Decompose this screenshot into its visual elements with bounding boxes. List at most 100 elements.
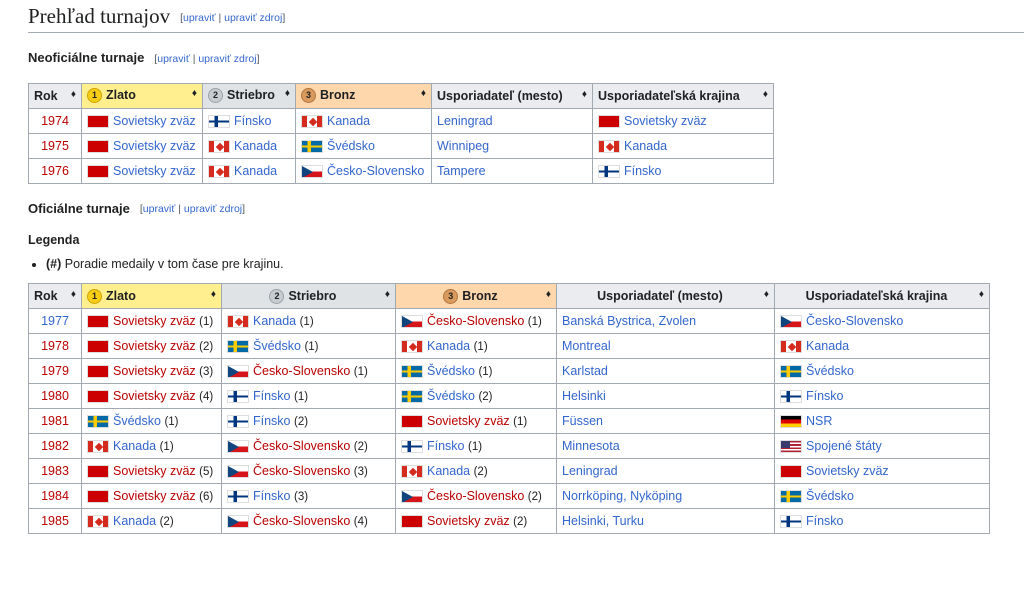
team-link[interactable]: Sovietsky zväz <box>427 414 510 428</box>
year-link[interactable]: 1979 <box>41 364 69 378</box>
edit-link[interactable]: upraviť <box>157 53 190 65</box>
team-link[interactable]: Kanada <box>253 314 296 328</box>
team-link[interactable]: Kanada <box>113 514 156 528</box>
sort-icon[interactable]: ♦ <box>285 88 290 99</box>
team-link[interactable]: Spojené štáty <box>806 439 882 453</box>
column-header-host-city[interactable]: Usporiadateľ (mesto) ♦ <box>431 82 593 109</box>
year-link[interactable]: 1974 <box>41 114 69 128</box>
sort-icon[interactable]: ♦ <box>71 289 76 300</box>
team-link[interactable]: Fínsko <box>253 414 291 428</box>
team-link[interactable]: Švédsko <box>327 139 375 153</box>
year-link[interactable]: 1984 <box>41 489 69 503</box>
team-link[interactable]: Česko-Slovensko <box>253 464 350 478</box>
team-link[interactable]: Kanada <box>624 139 667 153</box>
edit-source-link[interactable]: upraviť zdroj <box>184 203 242 215</box>
team-link[interactable]: Česko-Slovensko <box>427 489 524 503</box>
sort-icon[interactable]: ♦ <box>979 289 984 300</box>
team-link[interactable]: Švédsko <box>113 414 161 428</box>
year-link[interactable]: 1982 <box>41 439 69 453</box>
year-link[interactable]: 1977 <box>41 314 69 328</box>
team-link[interactable]: Kanada <box>427 464 470 478</box>
team-link[interactable]: Sovietsky zväz <box>113 114 196 128</box>
team-link[interactable]: NSR <box>806 414 832 428</box>
host-city-link[interactable]: Helsinki, Turku <box>562 514 644 528</box>
team-link[interactable]: Švédsko <box>253 339 301 353</box>
team-link[interactable]: Česko-Slovensko <box>253 439 350 453</box>
team-link[interactable]: Sovietsky zväz <box>113 389 196 403</box>
column-header-bronze[interactable]: 3 Bronz ♦ <box>395 283 557 310</box>
team-link[interactable]: Kanada <box>427 339 470 353</box>
column-header-host-country[interactable]: Usporiadateľská krajina ♦ <box>774 283 990 310</box>
sort-icon[interactable]: ♦ <box>764 289 769 300</box>
host-city-link[interactable]: Winnipeg <box>437 139 489 153</box>
host-city-link[interactable]: Leningrad <box>562 464 618 478</box>
column-header-silver[interactable]: 2 Striebro ♦ <box>221 283 396 310</box>
column-header-year[interactable]: Rok ♦ <box>28 283 82 310</box>
edit-source-link[interactable]: upraviť zdroj <box>224 12 282 24</box>
team-link[interactable]: Sovietsky zväz <box>427 514 510 528</box>
sort-icon[interactable]: ♦ <box>71 89 76 100</box>
team-link[interactable]: Kanada <box>327 114 370 128</box>
sort-icon[interactable]: ♦ <box>211 289 216 300</box>
column-header-gold[interactable]: 1 Zlato ♦ <box>81 82 203 109</box>
host-city-link[interactable]: Leningrad <box>437 114 493 128</box>
sort-icon[interactable]: ♦ <box>385 289 390 300</box>
year-link[interactable]: 1976 <box>41 164 69 178</box>
team-link[interactable]: Česko-Slovensko <box>806 314 903 328</box>
team-link[interactable]: Sovietsky zväz <box>624 114 707 128</box>
team-link[interactable]: Sovietsky zväz <box>113 164 196 178</box>
host-city-link[interactable]: Montreal <box>562 339 611 353</box>
sort-icon[interactable]: ♦ <box>763 89 768 100</box>
host-city-link[interactable]: Tampere <box>437 164 486 178</box>
team-link[interactable]: Česko-Slovensko <box>253 364 350 378</box>
year-link[interactable]: 1978 <box>41 339 69 353</box>
team-link[interactable]: Sovietsky zväz <box>113 139 196 153</box>
team-link[interactable]: Kanada <box>113 439 156 453</box>
host-city-link[interactable]: Helsinki <box>562 389 606 403</box>
team-link[interactable]: Sovietsky zväz <box>113 339 196 353</box>
sort-icon[interactable]: ♦ <box>546 289 551 300</box>
team-link[interactable]: Fínsko <box>234 114 272 128</box>
team-link[interactable]: Švédsko <box>806 489 854 503</box>
team-link[interactable]: Česko-Slovensko <box>327 164 424 178</box>
host-city-link[interactable]: Minnesota <box>562 439 620 453</box>
team-link[interactable]: Kanada <box>234 139 277 153</box>
team-link[interactable]: Sovietsky zväz <box>113 489 196 503</box>
team-link[interactable]: Fínsko <box>253 389 291 403</box>
host-city-link[interactable]: Banská Bystrica, Zvolen <box>562 314 696 328</box>
team-link[interactable]: Fínsko <box>624 164 662 178</box>
team-link[interactable]: Švédsko <box>427 364 475 378</box>
host-city-link[interactable]: Norrköping, Nyköping <box>562 489 682 503</box>
sort-icon[interactable]: ♦ <box>421 88 426 99</box>
sort-icon[interactable]: ♦ <box>192 88 197 99</box>
sort-icon[interactable]: ♦ <box>582 89 587 100</box>
year-link[interactable]: 1981 <box>41 414 69 428</box>
team-link[interactable]: Fínsko <box>253 489 291 503</box>
host-city-link[interactable]: Füssen <box>562 414 603 428</box>
team-link[interactable]: Fínsko <box>806 514 844 528</box>
team-link[interactable]: Sovietsky zväz <box>113 464 196 478</box>
year-link[interactable]: 1983 <box>41 464 69 478</box>
team-link[interactable]: Kanada <box>234 164 277 178</box>
year-link[interactable]: 1985 <box>41 514 69 528</box>
team-link[interactable]: Česko-Slovensko <box>427 314 524 328</box>
team-link[interactable]: Švédsko <box>427 389 475 403</box>
team-link[interactable]: Fínsko <box>427 439 465 453</box>
team-link[interactable]: Sovietsky zväz <box>113 314 196 328</box>
team-link[interactable]: Švédsko <box>806 364 854 378</box>
edit-link[interactable]: upraviť <box>143 203 176 215</box>
year-link[interactable]: 1980 <box>41 389 69 403</box>
column-header-host-country[interactable]: Usporiadateľská krajina ♦ <box>592 82 774 109</box>
column-header-silver[interactable]: 2 Striebro ♦ <box>202 82 296 109</box>
team-link[interactable]: Kanada <box>806 339 849 353</box>
edit-source-link[interactable]: upraviť zdroj <box>198 53 256 65</box>
column-header-bronze[interactable]: 3 Bronz ♦ <box>295 82 432 109</box>
team-link[interactable]: Fínsko <box>806 389 844 403</box>
team-link[interactable]: Sovietsky zväz <box>113 364 196 378</box>
host-city-link[interactable]: Karlstad <box>562 364 608 378</box>
team-link[interactable]: Česko-Slovensko <box>253 514 350 528</box>
column-header-gold[interactable]: 1 Zlato ♦ <box>81 283 222 310</box>
column-header-host-city[interactable]: Usporiadateľ (mesto) ♦ <box>556 283 775 310</box>
team-link[interactable]: Sovietsky zväz <box>806 464 889 478</box>
year-link[interactable]: 1975 <box>41 139 69 153</box>
